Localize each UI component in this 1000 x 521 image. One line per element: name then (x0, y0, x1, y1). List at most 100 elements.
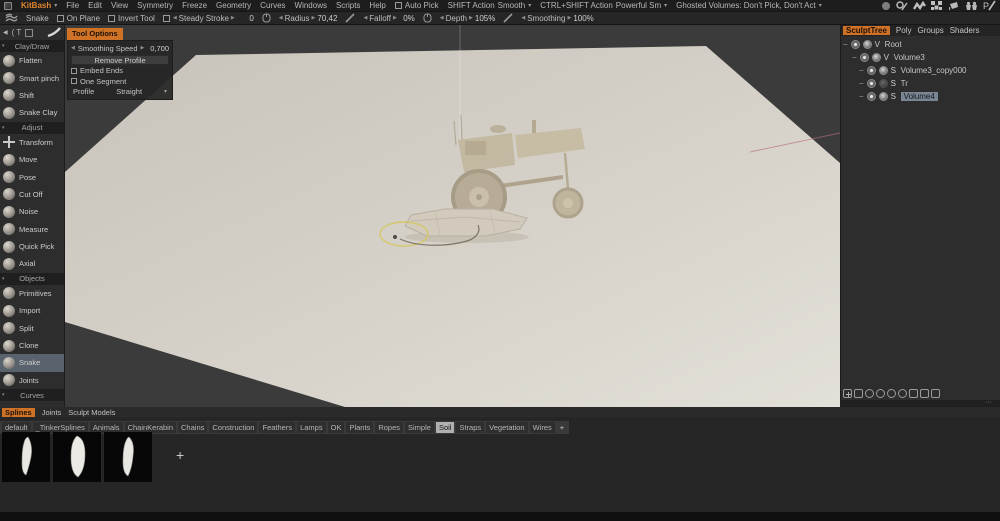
ghosted-volumes-dropdown[interactable]: Ghosted Volumes: Don't Pick, Don't Act ▾ (676, 1, 822, 10)
sidebar-item-smart-pinch[interactable]: Smart pinch (0, 69, 64, 86)
radius-value[interactable]: 70,42 (317, 14, 337, 23)
spinner-left-icon[interactable]: ◀ (440, 15, 444, 21)
category-straps[interactable]: Straps (456, 422, 484, 433)
sidebar-item-cut-off[interactable]: Cut Off (0, 186, 64, 203)
viewport-3d[interactable]: Tool Options ◀ Smoothing Speed ▶ 0,700 R… (65, 25, 840, 407)
spinner-left-icon[interactable]: ◀ (71, 45, 75, 51)
tab-poly[interactable]: Poly (896, 26, 912, 35)
spline-strip-icon[interactable] (913, 1, 926, 11)
visibility-eye-icon[interactable] (867, 79, 876, 88)
on-plane-toggle[interactable]: On Plane (57, 14, 100, 23)
one-segment-checkbox[interactable] (71, 78, 77, 84)
on-plane-checkbox[interactable] (57, 15, 64, 22)
smoothing-speed-spinner[interactable]: ◀ Smoothing Speed ▶ 0,700 (71, 43, 169, 54)
category-plants[interactable]: Plants (346, 422, 373, 433)
render-sphere-icon[interactable] (881, 1, 891, 11)
visibility-eye-icon[interactable] (851, 40, 860, 49)
sidebar-item-joints[interactable]: Joints (0, 372, 64, 389)
ghost-sphere-icon[interactable] (879, 79, 888, 88)
depth-spinner[interactable]: ◀ Depth ▶ 105% (440, 14, 496, 23)
add-category-button[interactable]: + (557, 422, 567, 433)
surface-mode-icon[interactable] (876, 389, 885, 398)
sidebar-item-axial[interactable]: Axial (0, 255, 64, 272)
section-curves[interactable]: ▾ Curves (0, 389, 64, 401)
steady-stroke-value[interactable]: 0 (238, 14, 254, 23)
sidebar-item-flatten[interactable]: Flatten (0, 52, 64, 69)
radius-spinner[interactable]: ◀ Radius ▶ 70,42 (279, 14, 338, 23)
steady-stroke-control[interactable]: ◀ Steady Stroke ▶ 0 (163, 14, 254, 23)
spinner-right-icon[interactable]: ▶ (312, 15, 316, 21)
menu-geometry[interactable]: Geometry (216, 1, 251, 10)
category-ropes[interactable]: Ropes (375, 422, 403, 433)
tool-options-tab[interactable]: Tool Options (67, 28, 123, 40)
sidebar-item-noise[interactable]: Noise (0, 203, 64, 220)
spinner-right-icon[interactable]: ▶ (469, 15, 473, 21)
checker-icon[interactable] (931, 1, 943, 11)
collapse-icon[interactable]: − (859, 66, 864, 75)
category-feathers[interactable]: Feathers (259, 422, 295, 433)
spinner-right-icon[interactable]: ▶ (231, 15, 235, 21)
section-adjust[interactable]: ▾ Adjust (0, 122, 64, 134)
visibility-eye-icon[interactable] (867, 66, 876, 75)
tree-row-volume3-copy000[interactable]: − S Volume3_copy000 (857, 64, 1000, 77)
tree-row-tr[interactable]: − S Tr (857, 77, 1000, 90)
overflow-dots-icon[interactable]: ··· (985, 399, 992, 406)
sidebar-item-pose[interactable]: Pose (0, 168, 64, 185)
text-box-icon[interactable] (25, 29, 33, 37)
menu-curves[interactable]: Curves (260, 1, 285, 10)
sphere-icon[interactable] (865, 389, 874, 398)
pour-bucket-icon[interactable] (948, 1, 960, 11)
tree-row-volume4[interactable]: − S Volume4 (857, 90, 1000, 103)
smoothing-value[interactable]: 100% (573, 14, 593, 23)
falloff-value[interactable]: 0% (399, 14, 415, 23)
tab-shaders[interactable]: Shaders (950, 26, 980, 35)
sidebar-item-move[interactable]: Move (0, 151, 64, 168)
menu-edit[interactable]: Edit (88, 1, 102, 10)
depth-value[interactable]: 105% (475, 14, 495, 23)
collapse-icon[interactable]: − (859, 79, 864, 88)
sidebar-item-shift[interactable]: Shift (0, 87, 64, 104)
spinner-right-icon[interactable]: ▶ (141, 45, 145, 51)
spline-thumbnail[interactable] (53, 432, 101, 482)
sidebar-item-snake[interactable]: Snake (0, 354, 64, 371)
spinner-left-icon[interactable]: ◀ (279, 15, 283, 21)
invert-tool-checkbox[interactable] (108, 15, 115, 22)
menu-file[interactable]: File (66, 1, 79, 10)
tab-sculpttree[interactable]: SculptTree (843, 26, 890, 35)
tree-node-name[interactable]: Tr (901, 79, 908, 88)
sidebar-item-quick-pick[interactable]: Quick Pick (0, 238, 64, 255)
menu-scripts[interactable]: Scripts (336, 1, 360, 10)
tree-node-name[interactable]: Root (885, 40, 902, 49)
category-lamps[interactable]: Lamps (297, 422, 326, 433)
tab-sculpt-models[interactable]: Sculpt Models (68, 408, 115, 417)
duplicate-page-icon[interactable] (920, 389, 929, 398)
tab-splines[interactable]: Splines (2, 408, 35, 417)
ctrl-shift-action-dropdown[interactable]: CTRL+SHIFT Action Powerful Sm ▾ (540, 1, 667, 10)
auto-pick-toggle[interactable]: Auto Pick (395, 1, 439, 10)
tree-row-volume3[interactable]: − V Volume3 (850, 51, 1000, 64)
spline-thumbnail[interactable] (2, 432, 50, 482)
visibility-eye-icon[interactable] (867, 92, 876, 101)
kitbash-dropdown[interactable]: KitBash ▾ (21, 1, 57, 10)
invert-tool-toggle[interactable]: Invert Tool (108, 14, 155, 23)
category-vegetation[interactable]: Vegetation (486, 422, 527, 433)
category-construction[interactable]: Construction (209, 422, 257, 433)
settings-pen-icon[interactable] (896, 1, 908, 11)
tree-node-name-selected[interactable]: Volume4 (901, 92, 938, 101)
spinner-left-icon[interactable]: ◀ (521, 15, 525, 21)
menu-symmetry[interactable]: Symmetry (137, 1, 173, 10)
category-soil[interactable]: Soil (436, 422, 455, 433)
add-volume-icon[interactable] (843, 389, 852, 398)
spinner-left-icon[interactable]: ◀ (173, 15, 177, 21)
info-icon[interactable] (898, 389, 907, 398)
tree-node-name[interactable]: Volume3_copy000 (901, 66, 967, 75)
collapse-left-icon[interactable]: ◀ (3, 29, 8, 36)
tree-node-name[interactable]: Volume3 (894, 53, 925, 62)
smoothing-spinner[interactable]: ◀ Smoothing ▶ 100% (521, 14, 593, 23)
menu-windows[interactable]: Windows (295, 1, 327, 10)
collapse-icon[interactable]: − (859, 92, 864, 101)
sidebar-item-transform[interactable]: Transform (0, 134, 64, 151)
embed-ends-toggle[interactable]: Embed Ends (71, 66, 169, 77)
spinner-right-icon[interactable]: ▶ (393, 15, 397, 21)
stroke-pen-icon[interactable] (47, 27, 61, 39)
